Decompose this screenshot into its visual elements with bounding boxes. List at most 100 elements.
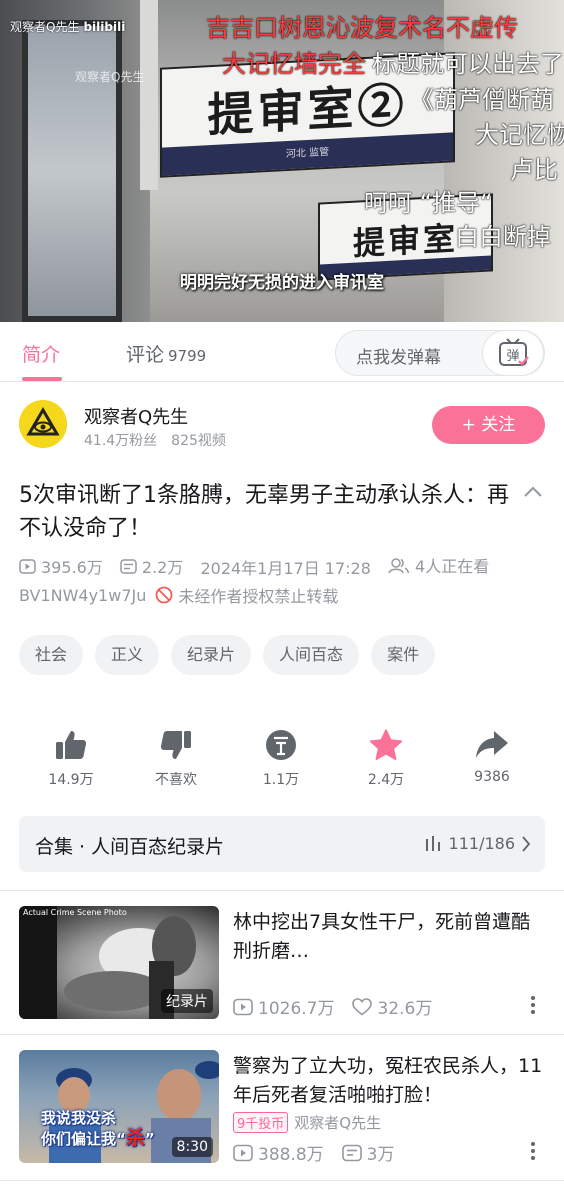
publish-date: 2024年1月17日 17:28 — [200, 558, 371, 578]
tag-list: 社会 正义 纪录片 人间百态 案件 — [19, 635, 436, 675]
video-watermark-overlay: 观察者Q先生 — [75, 70, 145, 84]
bilibili-logo: bilibili — [83, 20, 126, 34]
divider — [0, 890, 564, 891]
heart-icon — [352, 997, 373, 1016]
watching-now: 4人正在看 — [388, 553, 489, 577]
danmaku-item: 标题就可以出去了 — [372, 50, 564, 78]
thumbnail-caption-highlight: 杀 — [125, 1127, 145, 1149]
video-bvid: BV1NW4y1w7Ju — [19, 585, 147, 605]
watermark-user: 观察者Q先生 — [10, 20, 80, 34]
recommended-video-stats: 1026.7万 32.6万 — [233, 994, 450, 1019]
tab-comments-count: 9799 — [168, 347, 207, 365]
uploader-avatar[interactable] — [19, 400, 67, 448]
tab-comments-label: 评论 — [126, 344, 165, 366]
recommended-danmaku-count-value: 3万 — [366, 1145, 395, 1165]
thumbnail-caption: 我说我没杀 你们偏让我“杀” — [41, 1108, 155, 1149]
share-button[interactable]: 9386 — [442, 725, 542, 785]
play-count-value: 395.6万 — [41, 558, 103, 577]
recommended-video-title[interactable]: 林中挖出7具女性干尸，死前曾遭酷刑折磨… — [233, 908, 549, 966]
play-count: 395.6万 — [19, 554, 103, 578]
recommended-like-count: 32.6万 — [352, 994, 432, 1019]
tag-item[interactable]: 人间百态 — [263, 635, 360, 675]
recommended-video[interactable]: Actual Crime Scene Photo 纪录片 林中挖出7具女性干尸，… — [0, 906, 564, 1024]
tab-intro[interactable]: 简介 — [22, 340, 60, 367]
recommended-video-thumbnail[interactable]: Actual Crime Scene Photo 纪录片 — [19, 906, 219, 1019]
divider — [0, 1180, 564, 1181]
recommended-like-count-value: 32.6万 — [377, 999, 433, 1019]
danmaku-item: 呵呵 “推导“ — [364, 189, 493, 217]
coin-count: 1.1万 — [262, 772, 300, 788]
danmaku-item: 《葫芦僧断葫 — [410, 86, 554, 114]
like-button[interactable]: 14.9万 — [21, 725, 121, 789]
video-subtitle: 明明完好无损的进入审讯室 — [180, 273, 384, 293]
no-repost-text: 未经作者授权禁止转载 — [178, 587, 339, 606]
video-scene-pole — [140, 0, 158, 190]
no-repost-notice: 未经作者授权禁止转载 — [155, 583, 338, 607]
recommended-video-title[interactable]: 警察为了立大功，冤枉农民杀人，11年后死者复活啪啪打脸！ — [233, 1052, 549, 1110]
play-count-icon — [233, 998, 253, 1015]
uploader-videos: 825视频 — [171, 433, 226, 449]
coin-count-badge: 9千投币 — [233, 1112, 289, 1133]
tag-item[interactable]: 社会 — [19, 635, 84, 675]
recommended-video-author[interactable]: 观察者Q先生 — [294, 1112, 381, 1133]
danmaku-count-icon — [120, 558, 137, 574]
like-count: 14.9万 — [48, 772, 94, 788]
more-options-icon[interactable] — [530, 1141, 536, 1161]
thumbnail-caption-line-2: 你们偏让我“杀” — [41, 1127, 155, 1149]
danmaku-input[interactable]: 点我发弹幕 弹 — [335, 330, 545, 376]
coin-button[interactable]: 1.1万 — [231, 725, 331, 789]
video-watermark: 观察者Q先生 bilibili — [10, 18, 125, 35]
thumbs-up-icon — [56, 731, 87, 759]
danmaku-item: 大记忆恢 — [475, 121, 564, 149]
tag-item[interactable]: 纪录片 — [171, 635, 252, 675]
recommended-video[interactable]: 我说我没杀 你们偏让我“杀” 8:30 警察为了立大功，冤枉农民杀人，11年后死… — [0, 1050, 564, 1168]
recommended-video-stats: 388.8万 3万 — [233, 1140, 413, 1165]
watching-now-value: 4人正在看 — [415, 557, 490, 576]
video-duration: 8:30 — [171, 1137, 213, 1157]
favorite-count: 2.4万 — [367, 772, 405, 788]
dislike-button[interactable]: 不喜欢 — [126, 725, 226, 789]
danmaku-tv-icon: 弹 — [499, 338, 529, 366]
uploader-name[interactable]: 观察者Q先生 — [84, 403, 188, 429]
thumbnail-caption-line-1: 我说我没杀 — [41, 1109, 117, 1127]
coin-icon — [266, 730, 296, 760]
tag-item[interactable]: 正义 — [95, 635, 160, 675]
avatar-eye-logo-icon — [19, 400, 67, 448]
playlist-bars-icon — [425, 835, 440, 851]
play-count-icon — [19, 558, 36, 574]
star-favorite-icon — [369, 729, 403, 761]
collection-progress: 111/186 — [425, 834, 531, 853]
video-title: 5次审讯断了1条胳膊，无辜男子主动承认杀人：再不认没命了！ — [19, 483, 509, 541]
recommended-play-count-value: 388.8万 — [258, 1145, 324, 1165]
thumbnail-caption: Actual Crime Scene Photo — [23, 908, 127, 917]
thumbs-down-icon — [160, 731, 191, 759]
collection-banner[interactable]: 合集 · 人间百态纪录片 111/186 — [19, 816, 545, 872]
share-arrow-icon — [476, 731, 508, 758]
video-player[interactable]: 提审室② 河北 监管 提审室 观察者Q先生 bilibili 观察者Q先生 吉吉口… — [0, 0, 564, 322]
tab-intro-indicator — [22, 377, 62, 381]
dislike-label: 不喜欢 — [155, 772, 197, 788]
tab-bar: 简介 评论 9799 点我发弹幕 弹 — [0, 322, 564, 382]
watching-people-icon — [388, 557, 410, 573]
uploader-stats: 41.4万粉丝 825视频 — [84, 430, 226, 450]
chevron-right-icon — [522, 835, 531, 852]
danmaku-toggle-button[interactable]: 弹 — [482, 330, 544, 376]
recommended-play-count: 388.8万 — [233, 1140, 324, 1165]
more-options-icon[interactable] — [530, 995, 536, 1015]
play-count-icon — [233, 1144, 253, 1161]
follow-button[interactable]: + 关注 — [432, 406, 545, 444]
danmaku-item: 吉吉口树恩沁波复术名不虚传 — [206, 14, 518, 42]
danmaku-count-icon — [341, 1144, 362, 1161]
tab-comments[interactable]: 评论 9799 — [126, 340, 206, 367]
divider — [0, 1034, 564, 1035]
tag-item[interactable]: 案件 — [371, 635, 436, 675]
danmaku-input-placeholder: 点我发弹幕 — [356, 348, 441, 368]
forbidden-icon — [155, 586, 173, 604]
favorite-button[interactable]: 2.4万 — [336, 725, 436, 789]
video-meta-row-2: BV1NW4y1w7Ju 未经作者授权禁止转载 — [19, 583, 338, 607]
danmaku-button-label: 弹 — [506, 349, 519, 364]
collapse-chevron-up-icon[interactable] — [522, 484, 544, 500]
recommended-video-thumbnail[interactable]: 我说我没杀 你们偏让我“杀” 8:30 — [19, 1050, 219, 1163]
action-bar: 14.9万 不喜欢 1.1万 2.4万 9386 — [0, 725, 564, 795]
danmaku-count: 2.2万 — [120, 554, 183, 578]
